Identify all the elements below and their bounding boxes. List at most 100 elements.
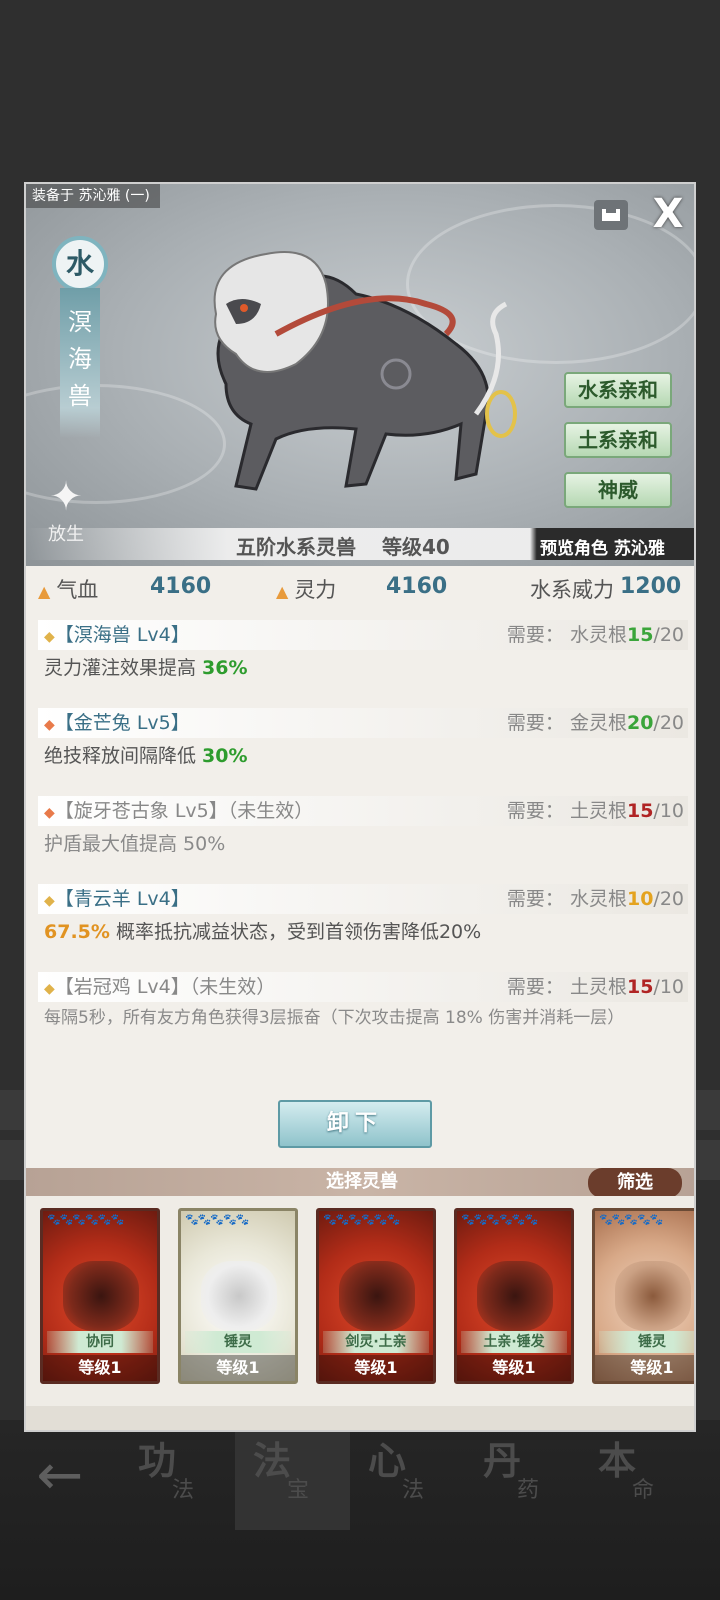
skill-header: ◆【金芒兔 Lv5】 需要： 金灵根20/20 [38, 708, 688, 738]
skill-description: 绝技释放间隔降低 30% [38, 738, 688, 768]
display-toggle-button[interactable] [594, 200, 628, 230]
skill-title: 【岩冠鸡 Lv4】 [54, 976, 190, 998]
req-max: /10 [653, 800, 684, 822]
skill-entry: ◆【金芒兔 Lv5】 需要： 金灵根20/20 绝技释放间隔降低 30% [38, 708, 688, 768]
req-label: 需要： [506, 624, 564, 646]
hp-stat: ▲ 气血 [38, 574, 98, 604]
skill-header: ◆【岩冠鸡 Lv4】（未生效） 需要： 土灵根15/10 [38, 972, 688, 1002]
trait-button-divine-might[interactable]: 神威 [564, 472, 672, 508]
req-max: /20 [653, 888, 684, 910]
power-value: 1200 [620, 574, 682, 599]
stats-row: ▲ 气血 4160 ▲ 灵力 4160 水系威力 1200 [26, 572, 694, 608]
req-root: 水灵根 [569, 624, 627, 646]
card-tag: 土亲·锤发 [461, 1331, 567, 1353]
skill-header: ◆【溟海兽 Lv4】 需要： 水灵根15/20 [38, 620, 688, 650]
nav-tab-big: 丹 [483, 1438, 522, 1483]
skill-title: 【溟海兽 Lv4】 [54, 624, 190, 646]
beast-portrait [339, 1261, 415, 1331]
skill-entry: ◆【青云羊 Lv4】 需要： 水灵根10/20 67.5% 概率抵抗减益状态，受… [38, 884, 688, 944]
trait-button-earth-affinity[interactable]: 土系亲和 [564, 422, 672, 458]
equipped-on-label: 装备于 苏沁雅 (一) [26, 184, 160, 208]
filter-button[interactable]: 筛选 [588, 1168, 682, 1198]
beast-portrait [201, 1261, 277, 1331]
nav-tab-gongfa[interactable]: 功 法 [120, 1420, 235, 1530]
beast-info-bar: 五阶水系灵兽 等级40 预览角色 苏沁雅 [26, 528, 694, 560]
bird-icon: ✦ [49, 474, 83, 520]
skill-description: 每隔5秒，所有友方角色获得3层振奋（下次攻击提高 18% 伤害并消耗一层） [38, 1002, 688, 1029]
spirit-value: 4160 [386, 574, 448, 599]
beast-hero: 装备于 苏沁雅 (一) X 水 溟 海 兽 ✦ 放生 水系亲和 土系亲和 神威 … [26, 184, 694, 566]
req-max: /20 [653, 624, 684, 646]
nav-tab-small: 法 [402, 1478, 425, 1503]
beast-card[interactable]: 🐾🐾🐾🐾🐾🐾 土亲·锤发 等级1 [454, 1208, 574, 1384]
req-max: /10 [653, 976, 684, 998]
back-arrow-icon[interactable]: ← [0, 1420, 120, 1530]
nav-tab-fabao[interactable]: 法 宝 [235, 1420, 350, 1530]
nav-tab-small: 命 [632, 1478, 655, 1503]
skill-entry: ◆【溟海兽 Lv4】 需要： 水灵根15/20 灵力灌注效果提高 36% [38, 620, 688, 680]
req-current: 15 [626, 800, 654, 822]
skill-description: 灵力灌注效果提高 36% [38, 650, 688, 680]
beast-card[interactable]: 🐾🐾🐾🐾🐾 锤灵 等级1 [592, 1208, 694, 1384]
up-triangle-icon: ▲ [38, 582, 51, 601]
card-level: 等级1 [319, 1355, 433, 1381]
req-current: 15 [626, 976, 654, 998]
desc-value: 36% [202, 657, 248, 679]
bottom-nav: ← 功 法 法 宝 心 法 丹 药 本 命 [0, 1420, 720, 1600]
card-tag: 剑灵·土亲 [323, 1331, 429, 1353]
hp-label: 气血 [56, 578, 99, 602]
req-root: 金灵根 [569, 712, 627, 734]
skill-requirement: 需要： 水灵根10/20 [507, 884, 684, 914]
skill-inactive-flag: （未生效） [189, 976, 276, 998]
skill-requirement: 需要： 土灵根15/10 [507, 972, 684, 1002]
nav-tab-xinfa[interactable]: 心 法 [350, 1420, 465, 1530]
req-label: 需要： [506, 800, 564, 822]
skill-title: 【青云羊 Lv4】 [54, 888, 190, 910]
beast-detail-panel: 装备于 苏沁雅 (一) X 水 溟 海 兽 ✦ 放生 水系亲和 土系亲和 神威 … [24, 182, 696, 1432]
skill-entry: ◆【岩冠鸡 Lv4】（未生效） 需要： 土灵根15/10 每隔5秒，所有友方角色… [38, 972, 688, 1029]
req-current: 20 [626, 712, 654, 734]
req-current: 15 [626, 624, 654, 646]
beast-card-list[interactable]: 🐾🐾🐾🐾🐾🐾 协同 等级1 🐾🐾🐾🐾🐾 锤灵 等级1 🐾🐾🐾🐾🐾🐾 剑灵·土亲 … [26, 1196, 694, 1406]
panel-footer [26, 1406, 694, 1430]
star-paws-icon: 🐾🐾🐾🐾🐾🐾 [47, 1213, 124, 1226]
card-level: 等级1 [43, 1355, 157, 1381]
nav-tab-danyao[interactable]: 丹 药 [465, 1420, 580, 1530]
card-level: 等级1 [595, 1355, 694, 1381]
spirit-stat: ▲ 灵力 [276, 574, 336, 604]
req-max: /20 [653, 712, 684, 734]
req-label: 需要： [506, 976, 564, 998]
nav-tab-big: 本 [598, 1438, 637, 1483]
star-paws-icon: 🐾🐾🐾🐾🐾🐾 [461, 1213, 538, 1226]
beast-card[interactable]: 🐾🐾🐾🐾🐾🐾 协同 等级1 [40, 1208, 160, 1384]
beast-illustration [213, 251, 517, 491]
nav-tab-benming[interactable]: 本 命 [580, 1420, 695, 1530]
nav-tab-small: 法 [172, 1478, 195, 1503]
desc-value: 67.5% [44, 921, 110, 943]
skill-title: 【金芒兔 Lv5】 [54, 712, 190, 734]
desc-text: 绝技释放间隔降低 [44, 745, 203, 767]
skill-requirement: 需要： 水灵根15/20 [507, 620, 684, 650]
preview-character[interactable]: 预览角色 苏沁雅 [540, 534, 665, 559]
card-tag: 协同 [47, 1331, 153, 1353]
trait-button-water-affinity[interactable]: 水系亲和 [564, 372, 672, 408]
desc-text: 灵力灌注效果提高 [44, 657, 203, 679]
beast-card[interactable]: 🐾🐾🐾🐾🐾 锤灵 等级1 [178, 1208, 298, 1384]
beast-level: 等级40 [382, 535, 450, 559]
star-paws-icon: 🐾🐾🐾🐾🐾 [185, 1213, 249, 1226]
nav-tab-big: 心 [368, 1438, 407, 1483]
element-badge: 水 [52, 236, 108, 292]
beast-portrait [615, 1261, 691, 1331]
beast-name-char: 兽 [68, 382, 92, 410]
diamond-icon: ◆ [44, 893, 55, 909]
close-button[interactable]: X [646, 192, 690, 236]
beast-name-banner: 溟 海 兽 [60, 288, 100, 438]
skill-requirement: 需要： 土灵根15/10 [507, 796, 684, 826]
skill-entry: ◆【旋牙苍古象 Lv5】（未生效） 需要： 土灵根15/10 护盾最大值提高 5… [38, 796, 688, 856]
skill-description: 67.5% 概率抵抗减益状态，受到首领伤害降低20% [38, 914, 688, 944]
frame-icon [602, 209, 620, 221]
beast-card[interactable]: 🐾🐾🐾🐾🐾🐾 剑灵·土亲 等级1 [316, 1208, 436, 1384]
req-root: 土灵根 [569, 976, 627, 998]
star-paws-icon: 🐾🐾🐾🐾🐾 [599, 1213, 663, 1226]
unequip-button[interactable]: 卸下 [278, 1100, 432, 1148]
